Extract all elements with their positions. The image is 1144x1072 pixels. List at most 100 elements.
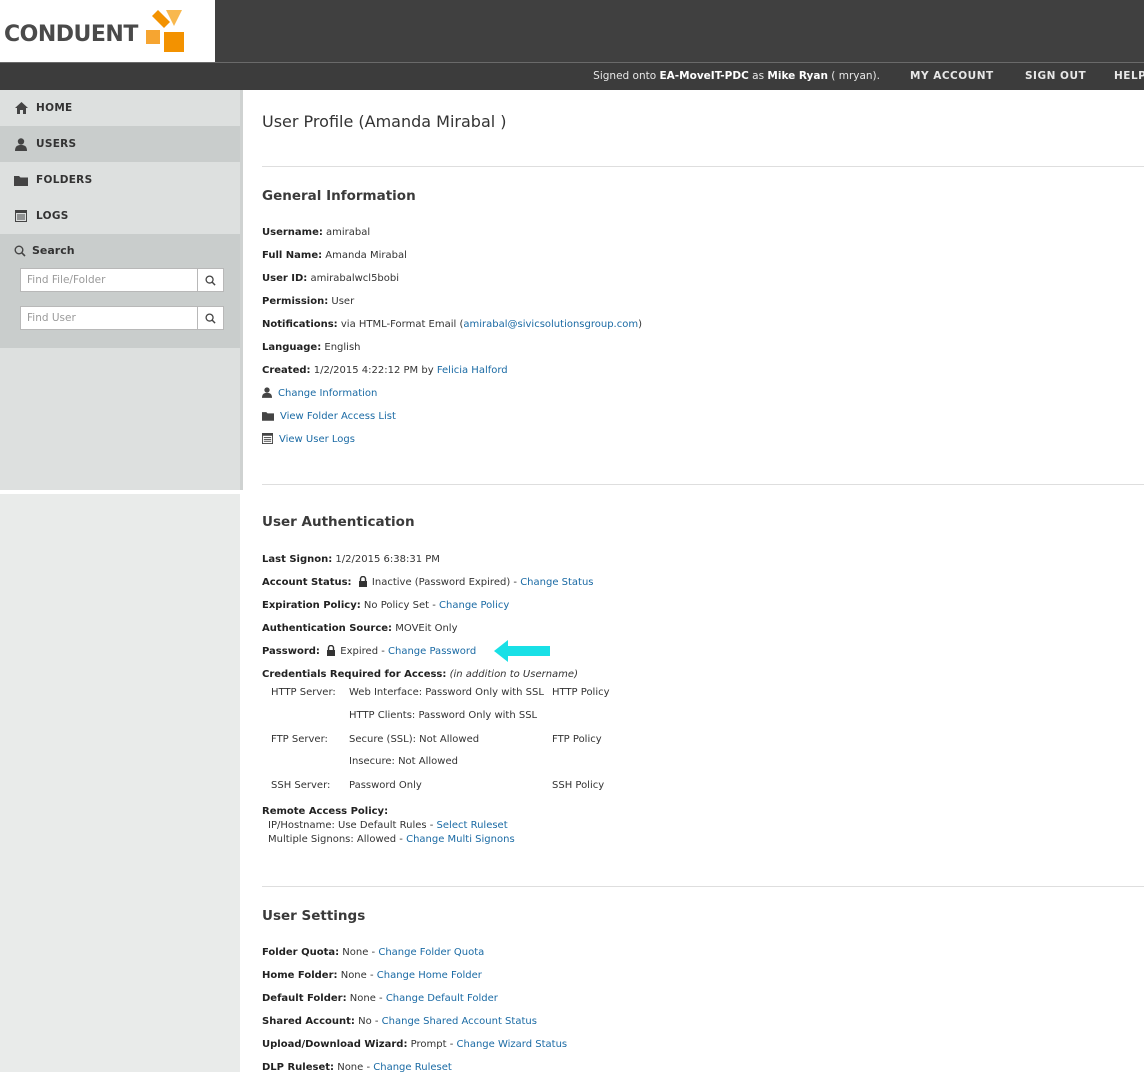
fullname-row: Full Name: Amanda Mirabal	[262, 250, 407, 261]
change-shared-account-link[interactable]: Change Shared Account Status	[382, 1016, 537, 1027]
change-information-link[interactable]: Change Information	[278, 388, 377, 399]
sidebar-nav-panel: HOME USERS FOLDERS LOGS Search	[0, 90, 240, 490]
shared-account-row: Shared Account: No - Change Shared Accou…	[262, 1016, 537, 1027]
created-by-link[interactable]: Felicia Halford	[437, 365, 508, 376]
sidebar: HOME USERS FOLDERS LOGS Search	[0, 90, 240, 1072]
user-icon	[14, 137, 28, 151]
expiration-policy-row: Expiration Policy: No Policy Set - Chang…	[262, 600, 510, 611]
section-divider	[262, 166, 1144, 167]
sidebar-item-home[interactable]: HOME	[0, 90, 240, 126]
sidebar-item-logs[interactable]: LOGS	[0, 198, 240, 234]
general-info-heading: General Information	[262, 188, 416, 204]
ftp-server-label: FTP Server:	[271, 734, 328, 745]
logs-icon	[14, 209, 28, 223]
notifications-row: Notifications: via HTML-Format Email (am…	[262, 319, 642, 330]
username-row: Username: amirabal	[262, 227, 371, 238]
home-icon	[14, 101, 28, 115]
credentials-row: Credentials Required for Access: (in add…	[262, 669, 578, 680]
search-heading: Search	[14, 244, 75, 257]
http-web-interface-value: Web Interface: Password Only with SSL	[349, 687, 544, 698]
account-status-row: Account Status: Inactive (Password Expir…	[262, 576, 594, 588]
section-divider	[262, 886, 1144, 887]
lock-icon	[327, 645, 336, 656]
folder-quota-row: Folder Quota: None - Change Folder Quota	[262, 947, 485, 958]
sidebar-item-label: USERS	[36, 138, 77, 150]
remote-access-label: Remote Access Policy:	[262, 806, 389, 817]
change-password-link[interactable]: Change Password	[388, 646, 476, 657]
change-default-folder-link[interactable]: Change Default Folder	[386, 993, 498, 1004]
signed-user-name: Mike Ryan	[767, 70, 828, 82]
folder-access-row: View Folder Access List	[262, 410, 396, 424]
find-user-search-box	[20, 306, 224, 330]
conduent-logo: CONDUENT	[4, 6, 188, 62]
http-clients-value: HTTP Clients: Password Only with SSL	[349, 710, 538, 721]
change-ruleset-link[interactable]: Change Ruleset	[373, 1062, 452, 1072]
wizard-row: Upload/Download Wizard: Prompt - Change …	[262, 1039, 568, 1050]
find-file-folder-input[interactable]	[21, 269, 197, 291]
help-link[interactable]: HELP	[1114, 70, 1144, 82]
change-status-link[interactable]: Change Status	[520, 577, 593, 588]
logo-wordmark: CONDUENT	[4, 21, 138, 47]
http-server-label: HTTP Server:	[271, 687, 336, 698]
sidebar-search-panel: Search	[0, 234, 240, 348]
change-information-row: Change Information	[262, 387, 377, 401]
change-wizard-status-link[interactable]: Change Wizard Status	[457, 1039, 568, 1050]
ssh-value: Password Only	[349, 780, 422, 791]
server-name: EA-MoveIT-PDC	[659, 70, 749, 82]
folder-icon	[14, 173, 28, 187]
brand-band-dark-strip	[215, 0, 1144, 62]
sidebar-divider	[240, 90, 243, 490]
page-title: User Profile (Amanda Mirabal )	[262, 112, 507, 131]
highlight-arrow-icon	[494, 640, 550, 662]
sidebar-item-label: LOGS	[36, 210, 69, 222]
user-auth-heading: User Authentication	[262, 514, 415, 530]
ftp-insecure-value: Insecure: Not Allowed	[349, 756, 458, 767]
signed-on-text: Signed onto EA-MoveIT-PDC as Mike Ryan (…	[593, 70, 880, 82]
find-user-input[interactable]	[21, 307, 197, 329]
search-icon	[205, 312, 216, 324]
find-file-search-box	[20, 268, 224, 292]
logo-mark-icon	[145, 10, 184, 52]
userid-row: User ID: amirabalwcl5bobi	[262, 273, 400, 284]
sidebar-item-label: FOLDERS	[36, 174, 93, 186]
ssh-policy-link[interactable]: SSH Policy	[552, 780, 604, 791]
select-ruleset-link[interactable]: Select Ruleset	[437, 820, 508, 831]
brand-band: CONDUENT	[0, 0, 1144, 62]
find-user-search-button[interactable]	[197, 307, 223, 329]
change-folder-quota-link[interactable]: Change Folder Quota	[378, 947, 484, 958]
sidebar-item-label: HOME	[36, 102, 73, 114]
dlp-ruleset-row: DLP Ruleset: None - Change Ruleset	[262, 1062, 452, 1072]
section-divider	[262, 484, 1144, 485]
sidebar-item-users[interactable]: USERS	[0, 126, 240, 162]
search-icon	[205, 274, 216, 286]
view-user-logs-link[interactable]: View User Logs	[279, 434, 355, 445]
lock-icon	[358, 576, 367, 587]
search-icon	[14, 245, 26, 257]
search-title-label: Search	[32, 244, 75, 257]
change-policy-link[interactable]: Change Policy	[439, 600, 509, 611]
view-folder-access-link[interactable]: View Folder Access List	[280, 411, 396, 422]
password-row: Password: Expired - Change Password	[262, 645, 477, 657]
change-home-folder-link[interactable]: Change Home Folder	[377, 970, 482, 981]
my-account-link[interactable]: MY ACCOUNT	[910, 70, 994, 82]
last-signon-row: Last Signon: 1/2/2015 6:38:31 PM	[262, 554, 440, 565]
multiple-signons-row: Multiple Signons: Allowed - Change Multi…	[268, 834, 515, 845]
user-settings-heading: User Settings	[262, 908, 366, 924]
top-header-bar: Signed onto EA-MoveIT-PDC as Mike Ryan (…	[0, 62, 1144, 90]
default-folder-row: Default Folder: None - Change Default Fo…	[262, 993, 498, 1004]
ftp-policy-link[interactable]: FTP Policy	[552, 734, 602, 745]
find-file-search-button[interactable]	[197, 269, 223, 291]
notification-email-link[interactable]: amirabal@sivicsolutionsgroup.com	[463, 319, 638, 330]
user-icon	[262, 387, 272, 398]
http-policy-link[interactable]: HTTP Policy	[552, 687, 610, 698]
ip-hostname-row: IP/Hostname: Use Default Rules - Select …	[268, 820, 508, 831]
sign-out-link[interactable]: SIGN OUT	[1025, 70, 1086, 82]
sidebar-split-line	[0, 490, 244, 494]
user-logs-row: View User Logs	[262, 433, 355, 447]
created-row: Created: 1/2/2015 4:22:12 PM by Felicia …	[262, 365, 508, 376]
permission-row: Permission: User	[262, 296, 355, 307]
language-row: Language: English	[262, 342, 361, 353]
auth-source-row: Authentication Source: MOVEit Only	[262, 623, 458, 634]
change-multi-signons-link[interactable]: Change Multi Signons	[406, 834, 515, 845]
sidebar-item-folders[interactable]: FOLDERS	[0, 162, 240, 198]
